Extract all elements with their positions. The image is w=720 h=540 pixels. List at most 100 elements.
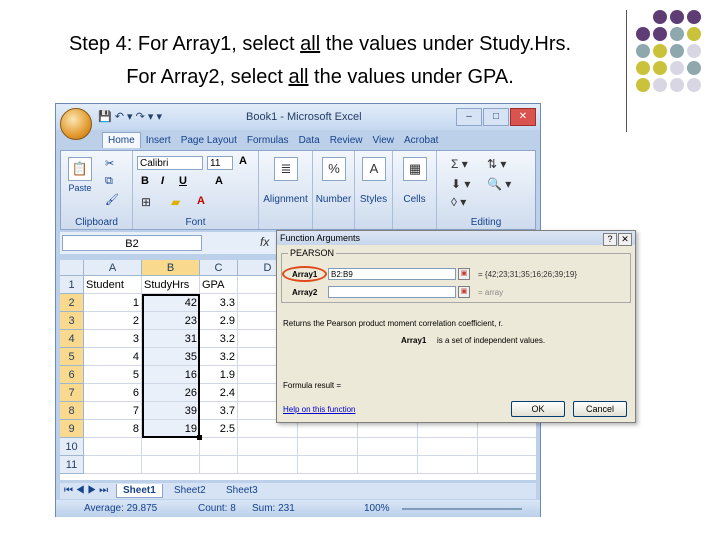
row-header[interactable]: 4 — [60, 330, 84, 348]
col-header-a[interactable]: A — [84, 260, 142, 276]
empty-cell[interactable] — [200, 438, 238, 456]
font-size-select[interactable]: 11 — [207, 156, 233, 170]
paste-button[interactable]: 📋 Paste — [63, 153, 97, 193]
header-cell[interactable]: StudyHrs — [142, 276, 200, 294]
fill-icon[interactable]: ⬇ ▾ — [451, 177, 470, 191]
styles-button[interactable]: A — [357, 153, 391, 183]
tab-page-layout[interactable]: Page Layout — [176, 133, 242, 148]
row-header[interactable]: 10 — [60, 438, 84, 456]
zoom-level[interactable]: 100% — [364, 503, 390, 514]
row-header[interactable]: 6 — [60, 366, 84, 384]
alignment-button[interactable]: ≣ — [269, 153, 303, 183]
data-cell[interactable]: 2.9 — [200, 312, 238, 330]
empty-cell[interactable] — [478, 456, 536, 474]
data-cell[interactable]: 16 — [142, 366, 200, 384]
row-header[interactable]: 11 — [60, 456, 84, 474]
data-cell[interactable]: 39 — [142, 402, 200, 420]
cut-icon[interactable]: ✂ — [105, 157, 114, 170]
minimize-icon[interactable]: – — [456, 108, 482, 126]
italic-button[interactable]: I — [161, 175, 164, 187]
empty-cell[interactable] — [418, 438, 478, 456]
dialog-close-icon[interactable]: ✕ — [618, 233, 632, 246]
format-painter-icon[interactable]: 🖌 — [105, 193, 119, 206]
row-header[interactable]: 7 — [60, 384, 84, 402]
select-all-corner[interactable] — [60, 260, 84, 276]
header-cell[interactable]: GPA — [200, 276, 238, 294]
data-cell[interactable]: 3.7 — [200, 402, 238, 420]
empty-cell[interactable] — [298, 438, 358, 456]
zoom-slider[interactable] — [402, 508, 522, 510]
tab-insert[interactable]: Insert — [141, 133, 176, 148]
data-cell[interactable]: 2.5 — [200, 420, 238, 438]
data-cell[interactable]: 26 — [142, 384, 200, 402]
empty-cell[interactable] — [238, 438, 298, 456]
empty-cell[interactable] — [200, 456, 238, 474]
data-cell[interactable]: 42 — [142, 294, 200, 312]
close-icon[interactable]: ✕ — [510, 108, 536, 126]
name-box[interactable]: B2 — [62, 235, 202, 251]
data-cell[interactable]: 23 — [142, 312, 200, 330]
tab-acrobat[interactable]: Acrobat — [399, 133, 443, 148]
font-color-icon[interactable]: A — [197, 195, 205, 207]
maximize-icon[interactable]: □ — [483, 108, 509, 126]
fill-handle[interactable] — [197, 435, 202, 440]
help-icon[interactable]: ? — [603, 233, 617, 246]
font-name-select[interactable]: Calibri — [137, 156, 203, 170]
row-header[interactable]: 8 — [60, 402, 84, 420]
clear-icon[interactable]: ◊ ▾ — [451, 195, 466, 209]
data-cell[interactable]: 6 — [84, 384, 142, 402]
grow-font-icon[interactable]: A — [239, 155, 247, 167]
data-cell[interactable]: 35 — [142, 348, 200, 366]
data-cell[interactable]: 19 — [142, 420, 200, 438]
tab-home[interactable]: Home — [102, 132, 141, 148]
sheet-tab-2[interactable]: Sheet2 — [168, 484, 212, 497]
empty-cell[interactable] — [84, 438, 142, 456]
row-header[interactable]: 2 — [60, 294, 84, 312]
data-cell[interactable]: 3.2 — [200, 330, 238, 348]
array1-input[interactable]: B2:B9 — [328, 268, 456, 280]
empty-cell[interactable] — [142, 456, 200, 474]
copy-icon[interactable]: ⧉ — [105, 175, 113, 188]
data-cell[interactable]: 2.4 — [200, 384, 238, 402]
empty-cell[interactable] — [142, 438, 200, 456]
empty-cell[interactable] — [358, 438, 418, 456]
underline-button[interactable]: U — [179, 175, 187, 187]
help-link[interactable]: Help on this function — [283, 405, 356, 414]
data-cell[interactable]: 3.2 — [200, 348, 238, 366]
array2-collapse-icon[interactable]: ▣ — [458, 286, 470, 298]
fill-color-icon[interactable]: ▰ — [171, 195, 180, 209]
data-cell[interactable]: 7 — [84, 402, 142, 420]
tab-data[interactable]: Data — [294, 133, 325, 148]
quick-access-toolbar[interactable]: 💾 ↶ ▾ ↷ ▾ ▾ — [98, 110, 162, 123]
find-icon[interactable]: 🔍 ▾ — [487, 177, 511, 191]
sheet-nav-arrows[interactable]: ⏮ ◀ ▶ ⏭ — [64, 485, 108, 496]
bold-button[interactable]: B — [141, 175, 149, 187]
array2-input[interactable] — [328, 286, 456, 298]
row-header[interactable]: 5 — [60, 348, 84, 366]
autosum-icon[interactable]: Σ ▾ — [451, 157, 468, 171]
fx-icon[interactable]: fx — [260, 235, 269, 249]
sheet-tab-1[interactable]: Sheet1 — [116, 484, 163, 498]
array1-collapse-icon[interactable]: ▣ — [458, 268, 470, 280]
shrink-font-icon[interactable]: A — [215, 175, 223, 187]
empty-cell[interactable] — [478, 438, 536, 456]
data-cell[interactable]: 31 — [142, 330, 200, 348]
tab-formulas[interactable]: Formulas — [242, 133, 294, 148]
data-cell[interactable]: 2 — [84, 312, 142, 330]
data-cell[interactable]: 8 — [84, 420, 142, 438]
col-header-b[interactable]: B — [142, 260, 200, 276]
row-header[interactable]: 1 — [60, 276, 84, 294]
row-header[interactable]: 9 — [60, 420, 84, 438]
sheet-tab-3[interactable]: Sheet3 — [220, 484, 264, 497]
col-header-c[interactable]: C — [200, 260, 238, 276]
number-button[interactable]: % — [317, 153, 351, 183]
empty-cell[interactable] — [238, 456, 298, 474]
row-header[interactable]: 3 — [60, 312, 84, 330]
data-cell[interactable]: 1.9 — [200, 366, 238, 384]
sort-filter-icon[interactable]: ⇅ ▾ — [487, 157, 506, 171]
ok-button[interactable]: OK — [511, 401, 565, 417]
borders-icon[interactable]: ⊞ — [141, 195, 151, 209]
data-cell[interactable]: 3 — [84, 330, 142, 348]
cells-button[interactable]: ▦ — [398, 153, 432, 183]
cancel-button[interactable]: Cancel — [573, 401, 627, 417]
